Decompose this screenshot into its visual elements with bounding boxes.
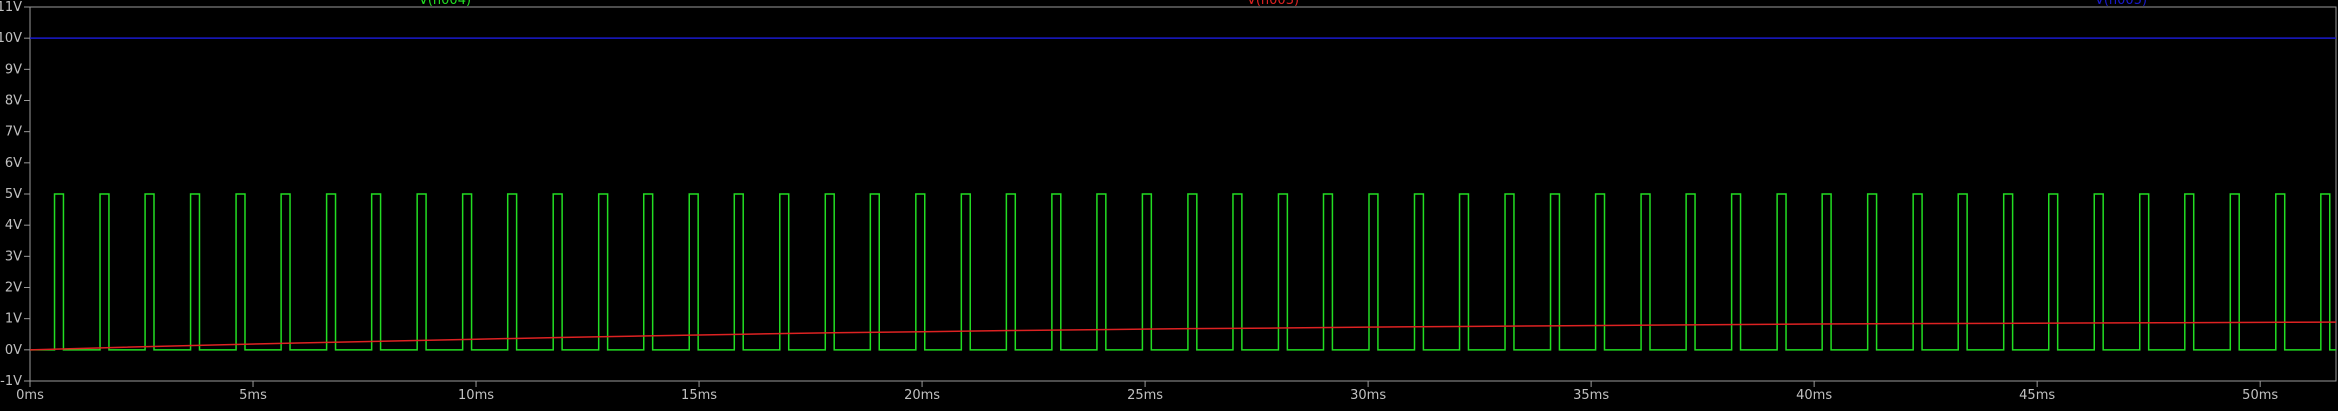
x-tick-label: 10ms (458, 388, 494, 403)
legend-label-v-n003[interactable]: V(n003) (1247, 0, 1299, 8)
x-tick-label: 50ms (2242, 388, 2278, 403)
x-tick-label: 0ms (16, 388, 44, 403)
y-tick-label: 9V (5, 62, 22, 77)
y-tick-label: 11V (0, 0, 22, 15)
x-tick-label: 5ms (239, 388, 267, 403)
waveform-plot[interactable]: 11V 10V 9V 8V 7V 6V 5V 4V 3V 2V 1V 0V -1V 0ms 5ms 10ms… (0, 0, 2338, 406)
y-tick-label: 2V (5, 281, 22, 296)
trace-layer (29, 37, 2337, 351)
y-tick-label: 1V (5, 312, 22, 327)
y-tick-label: 4V (5, 218, 22, 233)
trace-v-n003 (29, 321, 2337, 351)
trace-v-n004 (30, 193, 2336, 351)
x-axis-layer: 0ms 5ms 10ms 15ms 20ms 25ms 30ms 35ms 40ms 45ms 50… (16, 381, 2278, 403)
y-tick-label: 10V (0, 31, 22, 46)
legend-label-v-n005[interactable]: V(n005) (2095, 0, 2147, 8)
y-tick-label: 7V (5, 125, 22, 140)
x-tick-label: 40ms (1796, 388, 1832, 403)
legend-label-v-n004[interactable]: V(n004) (419, 0, 471, 8)
y-tick-label: 8V (5, 94, 22, 109)
x-tick-label: 15ms (681, 388, 717, 403)
y-tick-label: 5V (5, 187, 22, 202)
y-axis-layer: 11V 10V 9V 8V 7V 6V 5V 4V 3V 2V 1V 0V -1V (0, 0, 30, 389)
y-tick-label: 0V (5, 343, 22, 358)
y-tick-label: 3V (5, 249, 22, 264)
x-tick-label: 25ms (1127, 388, 1163, 403)
x-tick-label: 30ms (1350, 388, 1386, 403)
x-tick-label: 45ms (2019, 388, 2055, 403)
waveform-viewer: 11V 10V 9V 8V 7V 6V 5V 4V 3V 2V 1V 0V -1V 0ms 5ms 10ms… (0, 0, 2338, 406)
x-tick-label: 35ms (1573, 388, 1609, 403)
y-tick-label: -1V (0, 374, 22, 389)
x-tick-label: 20ms (904, 388, 940, 403)
y-tick-label: 6V (5, 156, 22, 171)
